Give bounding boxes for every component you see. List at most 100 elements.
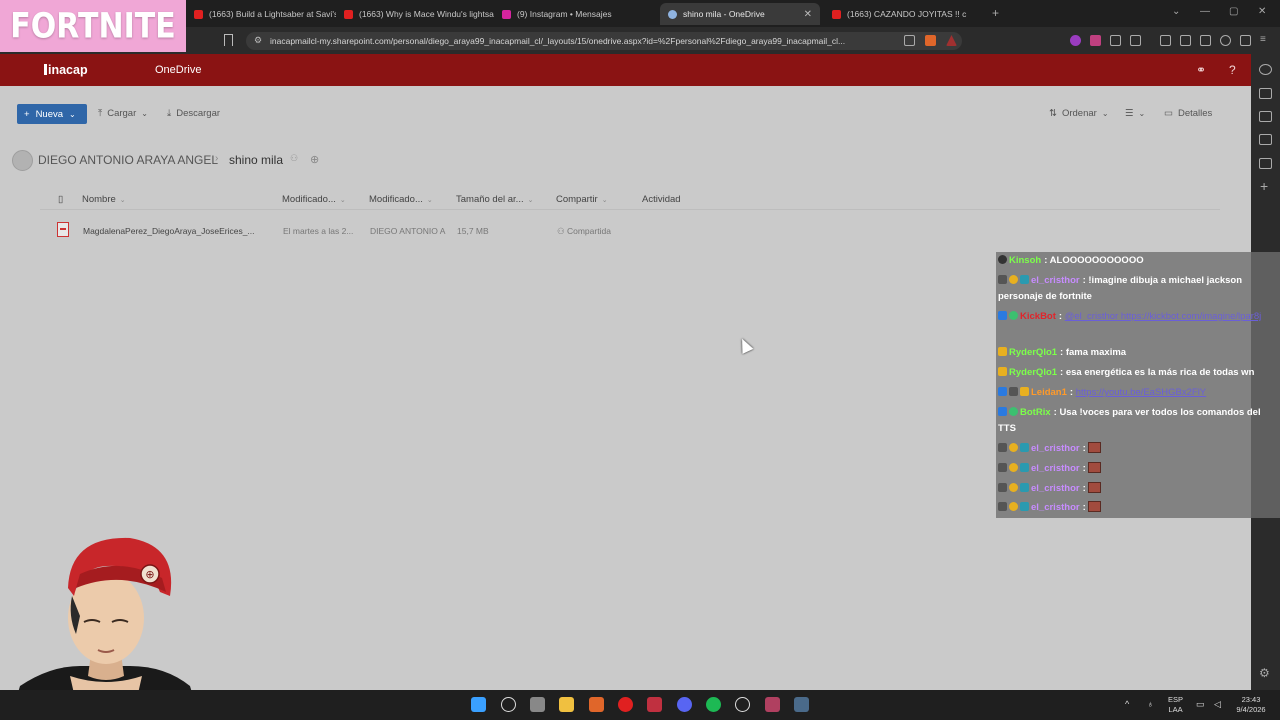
leo-ai-icon[interactable] — [1259, 64, 1272, 75]
column-header-size[interactable]: Tamaño del ar... ⌄ — [456, 194, 533, 205]
chevron-down-icon: ⌄ — [1101, 109, 1109, 118]
bookmark-icon[interactable] — [224, 34, 233, 46]
file-sharing[interactable]: ⚇ Compartida — [557, 226, 611, 237]
breadcrumb-current-folder: shino mila — [229, 153, 284, 167]
extension-icon[interactable] — [1090, 35, 1101, 46]
minimize-icon[interactable]: — — [1200, 6, 1210, 17]
wallet-icon[interactable] — [1200, 35, 1211, 46]
instagram-icon — [502, 9, 511, 19]
details-button[interactable]: ▭ Detalles — [1164, 108, 1212, 119]
brave-browser-icon[interactable] — [589, 697, 604, 712]
add-panel-icon[interactable]: + — [1260, 178, 1268, 194]
site-info-icon[interactable]: ⚙ — [254, 35, 262, 46]
extension-icon[interactable] — [1070, 35, 1081, 46]
task-view-icon[interactable] — [530, 697, 545, 712]
maximize-icon[interactable]: ▢ — [1229, 6, 1238, 17]
browser-tab[interactable]: (9) Instagram • Mensajes — [494, 3, 654, 25]
sidebar-icon[interactable] — [1180, 35, 1191, 46]
chat-link[interactable]: https://youtu.be/EaSHGBx2FlY — [1076, 387, 1206, 398]
wallet-icon[interactable] — [1259, 111, 1272, 122]
share-icon[interactable] — [904, 35, 915, 46]
windows-start-icon[interactable] — [471, 697, 486, 712]
stream-chat-overlay: Kinsoh: ALOOOOOOOOOOO el_cristhor: !imag… — [996, 252, 1280, 518]
discord-icon[interactable] — [677, 697, 692, 712]
badge-icon — [1009, 483, 1018, 492]
share-feedback-icon[interactable]: ⚭ — [1196, 63, 1206, 77]
new-tab-icon[interactable]: + — [992, 6, 999, 20]
file-size: 15,7 MB — [457, 226, 489, 236]
reading-mode-icon[interactable] — [1259, 158, 1272, 169]
chat-link[interactable]: @el_cristhor https://kickbot.com/imagine… — [1065, 311, 1262, 322]
chat-message: el_cristhor: — [998, 441, 1278, 457]
close-tab-icon[interactable]: ✕ — [804, 9, 812, 20]
media-player-icon[interactable] — [618, 697, 633, 712]
onedrive-icon — [668, 9, 677, 19]
browser-tab[interactable]: (1663) Why is Mace Windu's lightsab — [336, 3, 494, 25]
emote-image — [1088, 482, 1102, 493]
obs-icon[interactable] — [735, 697, 750, 712]
clock[interactable]: 23:43 9/4/2026 — [1230, 695, 1272, 715]
extension-icon[interactable] — [1110, 35, 1121, 46]
file-modified-by: DIEGO ANTONIO A — [370, 226, 446, 236]
spotify-icon[interactable] — [706, 697, 721, 712]
badge-icon — [998, 387, 1007, 396]
volume-icon[interactable]: ◁ — [1214, 699, 1221, 709]
show-hidden-icons-icon[interactable]: ^ — [1125, 699, 1129, 709]
language-indicator[interactable]: ESP LAA — [1168, 695, 1183, 715]
close-window-icon[interactable]: ✕ — [1258, 6, 1266, 17]
app-icon[interactable] — [647, 697, 662, 712]
menu-icon[interactable]: ≡ — [1260, 35, 1271, 46]
bookmarks-icon[interactable] — [1259, 134, 1272, 145]
extension-icon[interactable] — [1130, 35, 1141, 46]
gear-icon[interactable]: ⚙ — [1259, 666, 1270, 680]
column-header-modified-by[interactable]: Modificado... ⌄ — [369, 194, 433, 205]
network-icon[interactable]: ▭ — [1196, 699, 1205, 709]
app-icon[interactable] — [765, 697, 780, 712]
reading-list-icon[interactable] — [1259, 88, 1272, 99]
chat-message: RyderQlo1: esa energética es la más rica… — [998, 365, 1278, 381]
browser-tab[interactable]: (1663) CAZANDO JOYITAS !! c — [824, 3, 984, 25]
view-options-button[interactable]: ☰ ⌄ — [1125, 108, 1145, 119]
breadcrumb-separator-icon: › — [215, 153, 219, 164]
browser-tab-active[interactable]: shino mila - OneDrive ✕ — [660, 3, 820, 25]
chat-message: Leidan1: https://youtu.be/EaSHGBx2FlY — [998, 385, 1278, 401]
column-header-modified[interactable]: Modificado... ⌄ — [282, 194, 346, 205]
shared-people-icon[interactable]: ⚇ — [290, 153, 298, 164]
badge-icon — [1009, 387, 1018, 396]
owner-avatar — [12, 150, 33, 171]
tab-list-icon[interactable]: ⌄ — [1172, 6, 1180, 17]
microphone-icon[interactable]: ♁ — [1147, 699, 1154, 709]
file-explorer-icon[interactable] — [559, 697, 574, 712]
browser-tab[interactable]: (1663) Build a Lightsaber at Savi's W — [186, 3, 336, 25]
sort-button[interactable]: ⇅ Ordenar ⌄ — [1049, 108, 1109, 119]
url-field[interactable]: ⚙ inacapmailcl-my.sharepoint.com/persona… — [246, 32, 962, 50]
steam-icon[interactable] — [794, 697, 809, 712]
badge-icon — [1009, 311, 1018, 320]
globe-icon[interactable]: ⊕ — [310, 153, 319, 166]
column-header-sharing[interactable]: Compartir ⌄ — [556, 194, 608, 205]
upload-button[interactable]: ⤒ Cargar ⌄ — [98, 108, 148, 119]
brave-shield-icon[interactable] — [925, 35, 936, 46]
leo-icon[interactable] — [1220, 35, 1231, 46]
chat-message: el_cristhor: !imagine dibuja a michael j… — [998, 275, 1243, 302]
search-icon[interactable] — [501, 697, 516, 712]
file-name-link[interactable]: MagdalenaPerez_DiegoAraya_JoseErices_... — [83, 226, 255, 236]
file-type-header-icon[interactable]: ▯ — [58, 194, 63, 205]
help-icon[interactable]: ? — [1229, 63, 1236, 77]
chat-message: el_cristhor: — [998, 500, 1278, 516]
column-header-activity[interactable]: Actividad — [642, 194, 681, 205]
brand-logo[interactable]: inacap — [44, 63, 88, 77]
app-name-link[interactable]: OneDrive — [155, 64, 201, 76]
chat-message: el_cristhor: — [998, 481, 1278, 497]
column-header-name[interactable]: Nombre ⌄ — [82, 194, 126, 205]
suite-header: inacap OneDrive ⚭ ? — [0, 54, 1251, 86]
breadcrumb-owner[interactable]: DIEGO ANTONIO ARAYA ANGEL — [38, 153, 218, 167]
badge-icon — [998, 275, 1007, 284]
badge-icon — [1009, 275, 1018, 284]
badge-icon — [998, 255, 1007, 264]
new-button[interactable]: + Nueva ⌄ — [17, 104, 87, 124]
vpn-icon[interactable] — [1240, 35, 1251, 46]
music-icon[interactable] — [1160, 35, 1171, 46]
badge-icon — [1009, 463, 1018, 472]
download-button[interactable]: ⤓ Descargar — [167, 108, 220, 119]
